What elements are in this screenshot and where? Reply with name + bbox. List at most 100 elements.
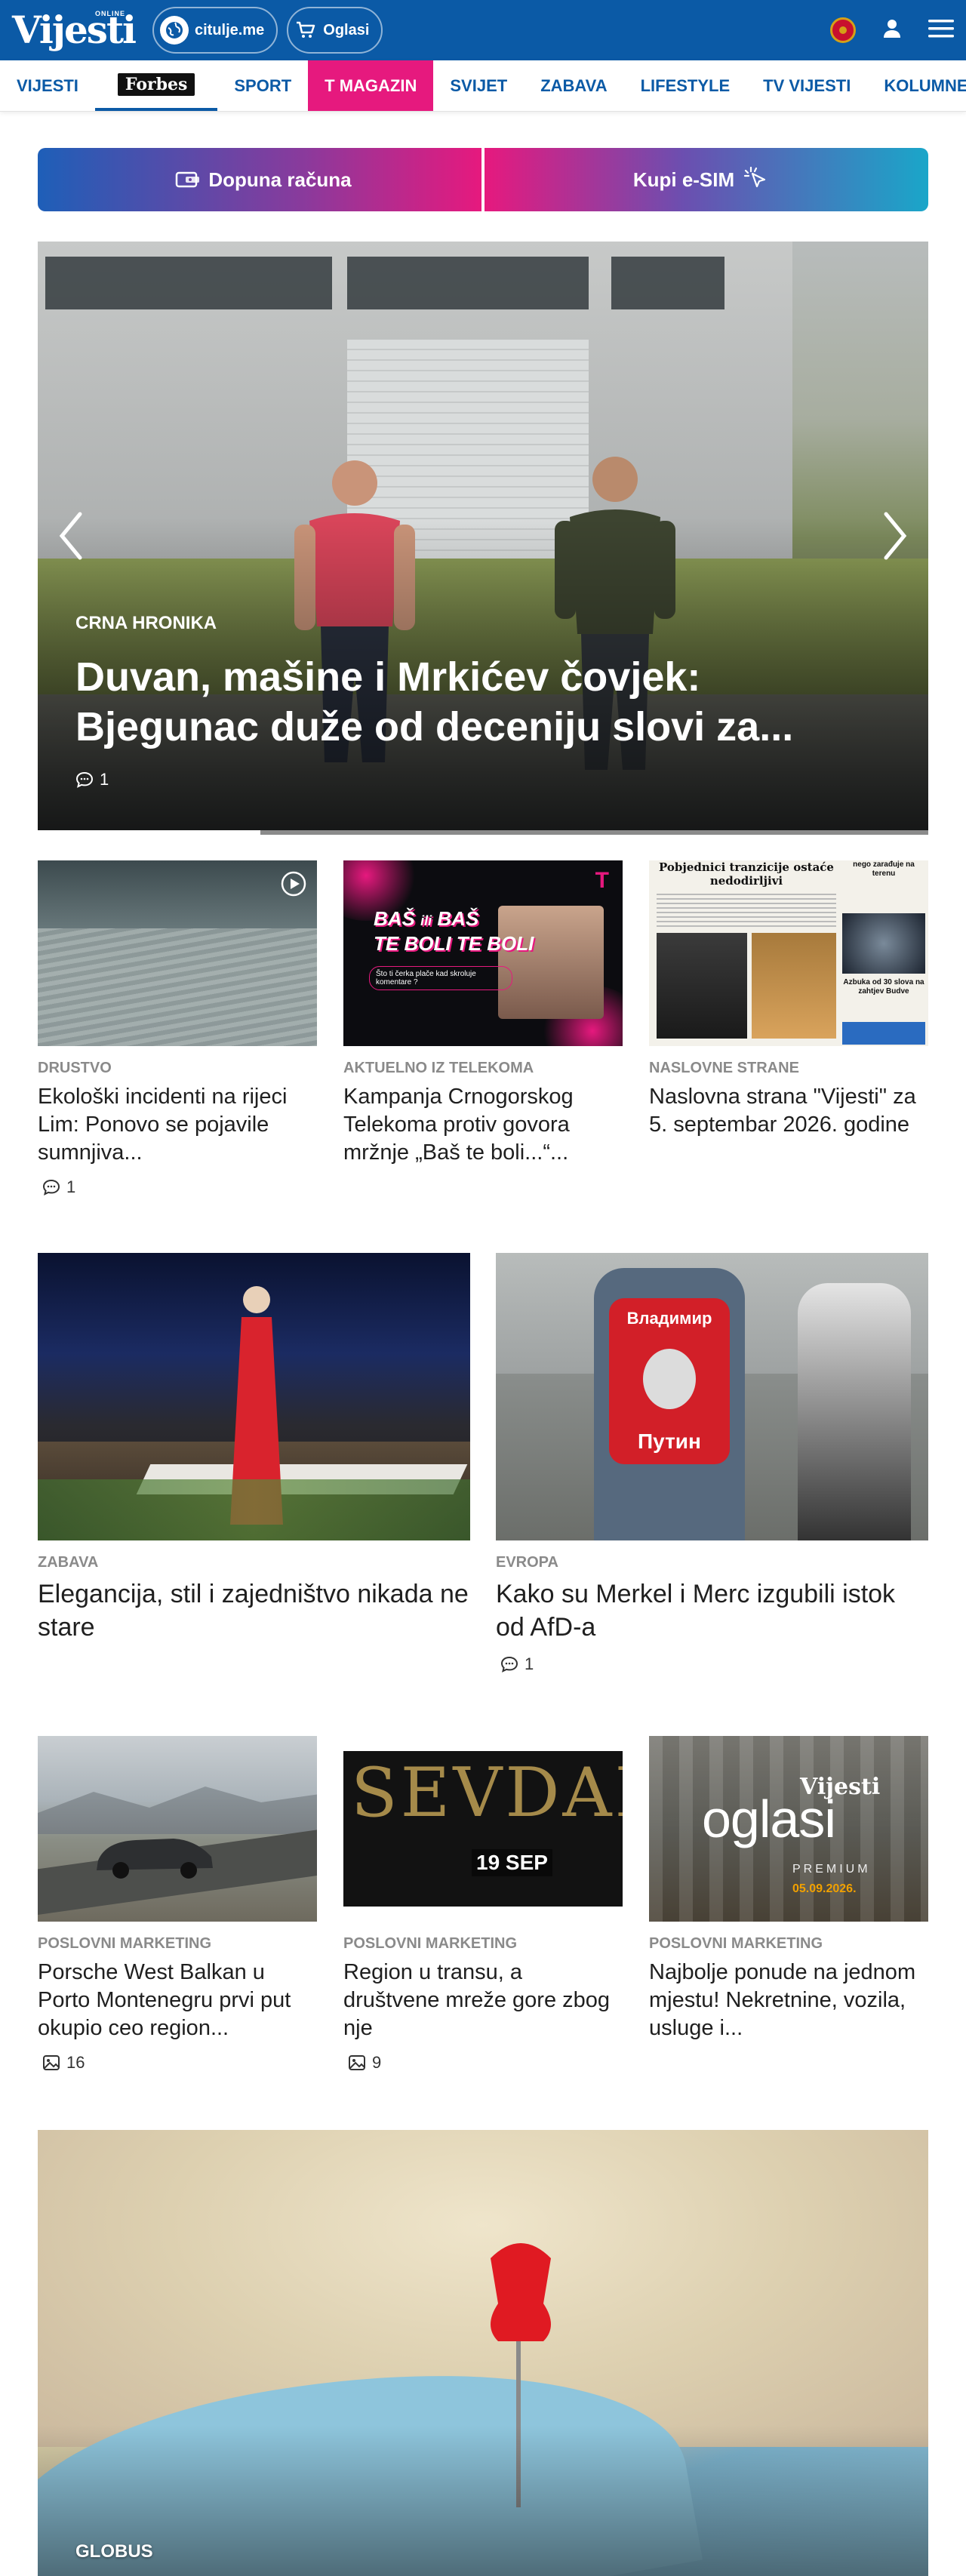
article-card[interactable]: T BAŠ ili BAŠ TE BOLI TE BOLI Što ti čer… xyxy=(343,860,623,1167)
article-thumbnail[interactable] xyxy=(38,1736,317,1922)
oglasi-button[interactable]: Oglasi xyxy=(287,7,383,54)
thumbnail-detail xyxy=(752,933,836,1039)
article-thumbnail[interactable]: T BAŠ ili BAŠ TE BOLI TE BOLI Što ti čer… xyxy=(343,860,623,1046)
header-actions xyxy=(830,17,954,43)
nav-item-kolumne[interactable]: KOLUMNE xyxy=(867,60,966,111)
hero-comments[interactable]: 1 xyxy=(75,770,109,789)
article-card[interactable]: Владимир Путин EVROPA Kako su Merkel i M… xyxy=(496,1253,928,1674)
article-card[interactable]: POSLOVNI MARKETING Porsche West Balkan u… xyxy=(38,1736,317,2073)
nav-item-tv-vijesti[interactable]: TV VIJESTI xyxy=(746,60,867,111)
hero-article[interactable]: CRNA HRONIKA Duvan, mašine i Mrkićev čov… xyxy=(38,242,928,835)
nav-item-svijet[interactable]: SVIJET xyxy=(433,60,524,111)
shirt-text: Путин xyxy=(638,1430,701,1453)
telekom-logo-icon: T xyxy=(595,868,609,893)
article-title[interactable]: Kampanja Crnogorskog Telekoma protiv gov… xyxy=(343,1083,623,1167)
nav-item-sport[interactable]: SPORT xyxy=(217,60,308,111)
photo-count: 9 xyxy=(372,2053,382,2072)
esim-button[interactable]: Kupi e-SIM xyxy=(485,148,928,211)
article-card[interactable]: ZABAVA Elegancija, stil i zajedništvo ni… xyxy=(38,1253,470,1644)
article-title[interactable]: Elegancija, stil i zajedništvo nikada ne… xyxy=(38,1577,470,1644)
gallery-icon xyxy=(349,2055,365,2070)
montenegro-flag-icon[interactable] xyxy=(830,17,856,43)
paper-side-headline: nego zarađuje na terenu xyxy=(853,860,915,878)
article-category[interactable]: NASLOVNE STRANE xyxy=(649,1060,928,1077)
article-comments[interactable]: 1 xyxy=(38,1177,317,1197)
comment-icon xyxy=(75,771,94,788)
thumbnail-detail xyxy=(38,1479,470,1540)
topup-label: Dopuna računa xyxy=(208,168,352,191)
globus-category[interactable]: GLOBUS xyxy=(75,2541,153,2562)
article-title[interactable]: Region u transu, a društvene mreže gore … xyxy=(343,1959,623,2042)
promo-or: ili xyxy=(420,913,432,928)
nav-item-t-magazin[interactable]: T MAGAZIN xyxy=(308,60,434,111)
article-thumbnail[interactable]: Владимир Путин xyxy=(496,1253,928,1540)
article-title[interactable]: Ekološki incidenti na rijeci Lim: Ponovo… xyxy=(38,1083,317,1167)
article-thumbnail[interactable] xyxy=(38,1253,470,1540)
comment-icon xyxy=(42,1179,60,1196)
photo-count: 16 xyxy=(66,2053,85,2072)
nav-item-vijesti[interactable]: VIJESTI xyxy=(0,60,95,111)
article-category[interactable]: EVROPA xyxy=(496,1554,928,1571)
globus-article[interactable]: GLOBUS xyxy=(38,2130,928,2576)
thumbnail-detail xyxy=(38,860,317,928)
bottom-hero-gradient xyxy=(38,2425,928,2576)
hero-category[interactable]: CRNA HRONIKA xyxy=(75,613,217,634)
hero-title[interactable]: Duvan, mašine i Mrkićev čovjek: Bjegunac… xyxy=(75,652,830,752)
article-title[interactable]: Naslovna strana "Vijesti" za 5. septemba… xyxy=(649,1083,928,1139)
cursor-click-icon xyxy=(744,166,766,188)
hero-image-window xyxy=(347,257,589,309)
logo-badge: ONLINE xyxy=(95,10,126,17)
comment-icon xyxy=(500,1656,518,1673)
gallery-icon xyxy=(43,2055,60,2070)
hero-next-arrow-icon[interactable] xyxy=(880,509,910,562)
hero-comment-count: 1 xyxy=(100,770,109,789)
promo-word: TE BOLI xyxy=(456,932,534,955)
thumbnail-detail xyxy=(657,894,836,928)
globe-icon xyxy=(160,16,189,45)
hero-slide-progress-fill xyxy=(38,830,260,835)
site-logo[interactable]: Vijesti ONLINE xyxy=(12,4,140,57)
poster-title: SEVDAH xyxy=(351,1753,623,1833)
article-category[interactable]: DRUSTVO xyxy=(38,1060,317,1077)
article-gallery-count[interactable]: 9 xyxy=(343,2053,623,2073)
article-comments[interactable]: 1 xyxy=(496,1654,928,1674)
article-card[interactable]: SEVDAH 19 SEP POSLOVNI MARKETING Region … xyxy=(343,1736,623,2073)
hero-image-window xyxy=(45,257,332,309)
article-thumbnail[interactable] xyxy=(38,860,317,1046)
citulje-button[interactable]: citulje.me xyxy=(152,7,278,54)
promo-word: BAŠ xyxy=(374,907,415,930)
comment-count: 1 xyxy=(66,1177,76,1196)
article-category[interactable]: AKTUELNO IZ TELEKOMA xyxy=(343,1060,623,1077)
article-category[interactable]: ZABAVA xyxy=(38,1554,470,1571)
ad-date: 05.09.2026. xyxy=(792,1882,857,1895)
hero-prev-arrow-icon[interactable] xyxy=(56,509,86,562)
video-play-icon[interactable] xyxy=(281,871,306,897)
topup-button[interactable]: Dopuna računa xyxy=(38,148,481,211)
car-image xyxy=(97,1839,213,1879)
nav-item-zabava[interactable]: ZABAVA xyxy=(524,60,623,111)
article-thumbnail[interactable]: Pobjednici tranzicije ostaće nedodirljiv… xyxy=(649,860,928,1046)
thumbnail-detail xyxy=(657,933,747,1039)
article-thumbnail[interactable]: SEVDAH 19 SEP xyxy=(343,1736,623,1922)
paper-box: Azbuka od 30 slova na zahtjev Budve xyxy=(843,978,924,996)
article-card[interactable]: Vijesti oglasi PREMIUM 05.09.2026. POSLO… xyxy=(649,1736,928,2042)
promo-caption: Što ti čerka plače kad skroluje komentar… xyxy=(369,966,512,990)
article-card[interactable]: DRUSTVO Ekološki incidenti na rijeci Lim… xyxy=(38,860,317,1197)
thumbnail-detail xyxy=(38,928,317,1046)
shirt-text: Владимир xyxy=(626,1309,712,1328)
user-icon[interactable] xyxy=(881,18,903,43)
article-card[interactable]: Pobjednici tranzicije ostaće nedodirljiv… xyxy=(649,860,928,1139)
article-category[interactable]: POSLOVNI MARKETING xyxy=(649,1935,928,1953)
article-title[interactable]: Porsche West Balkan u Porto Montenegru p… xyxy=(38,1959,317,2042)
nav-item-forbes[interactable]: Forbes xyxy=(94,60,218,111)
nav-item-lifestyle[interactable]: LIFESTYLE xyxy=(624,60,747,111)
article-thumbnail[interactable]: Vijesti oglasi PREMIUM 05.09.2026. xyxy=(649,1736,928,1922)
menu-icon[interactable] xyxy=(928,19,954,42)
poster-date: 19 SEP xyxy=(472,1849,552,1876)
article-gallery-count[interactable]: 16 xyxy=(38,2053,317,2073)
article-title[interactable]: Najbolje ponude na jednom mjestu! Nekret… xyxy=(649,1959,928,2042)
article-category[interactable]: POSLOVNI MARKETING xyxy=(38,1935,317,1953)
article-title[interactable]: Kako su Merkel i Merc izgubili istok od … xyxy=(496,1577,928,1644)
site-header: Vijesti ONLINE citulje.me Oglasi xyxy=(0,0,966,60)
article-category[interactable]: POSLOVNI MARKETING xyxy=(343,1935,623,1953)
